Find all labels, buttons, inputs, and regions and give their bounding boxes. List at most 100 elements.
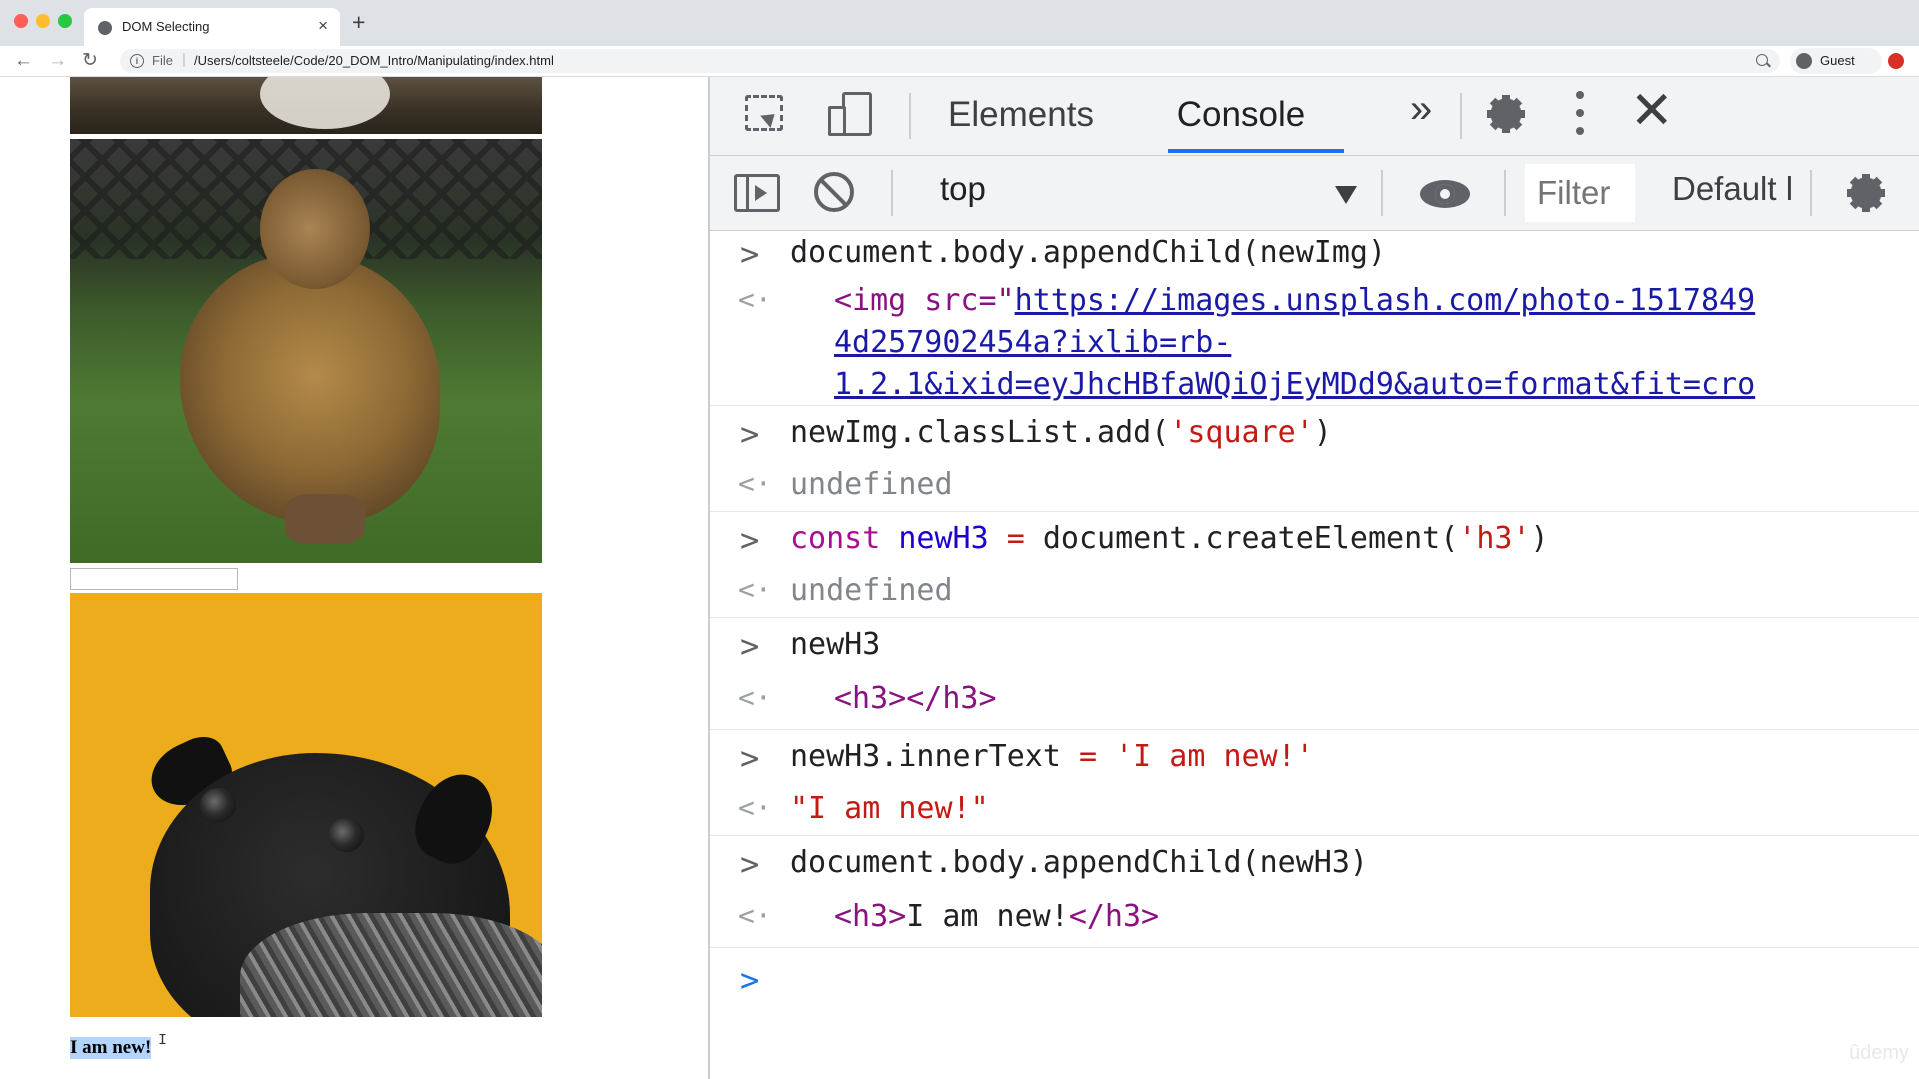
result-arrow-icon: <·: [738, 681, 772, 714]
reload-button[interactable]: ↻: [82, 49, 98, 73]
string-literal: 'h3': [1458, 521, 1531, 556]
tab-title: DOM Selecting: [122, 19, 210, 34]
pug-image: [70, 593, 542, 1017]
console-entry: > document.body.appendChild(newImg) <· <…: [710, 231, 1919, 406]
profile-button[interactable]: Guest: [1790, 48, 1882, 74]
image-partial-top: [70, 77, 542, 134]
image-url-link-continued[interactable]: 1.2.1&ixid=eyJhcHBfaWQiOjEyMDd9&auto=for…: [834, 367, 1755, 402]
tab-elements[interactable]: Elements: [936, 77, 1106, 155]
console-output[interactable]: <h3>I am new!</h3>: [834, 899, 1159, 934]
extension-icon[interactable]: [1888, 53, 1904, 69]
divider: [909, 93, 911, 139]
input-code: newH3.innerText: [790, 739, 1079, 774]
chicken-head: [260, 169, 370, 289]
settings-gear-icon[interactable]: [1487, 95, 1525, 133]
chicken-image: [70, 139, 542, 563]
divider: [1460, 93, 1462, 139]
result-arrow-icon: <·: [738, 283, 772, 316]
console-output[interactable]: <h3></h3>: [834, 681, 997, 716]
window-minimize-button[interactable]: [36, 14, 50, 28]
more-tabs-icon[interactable]: »: [1410, 87, 1432, 132]
window-close-button[interactable]: [14, 14, 28, 28]
tab-close-icon[interactable]: ×: [318, 16, 328, 36]
tab-console[interactable]: Console: [1166, 77, 1316, 155]
console-output: undefined: [790, 467, 953, 502]
chicken-legs: [285, 494, 365, 544]
url-scheme-label: File: [152, 53, 173, 68]
zoom-icon[interactable]: [1756, 54, 1768, 66]
profile-name: Guest: [1820, 53, 1855, 68]
divider: [1504, 170, 1506, 216]
inspect-element-icon[interactable]: [745, 95, 783, 131]
input-prompt-icon: >: [740, 235, 760, 273]
input-code: ): [1313, 415, 1332, 450]
image-detail: [260, 77, 390, 129]
pug-eye: [328, 818, 364, 852]
back-button[interactable]: ←: [14, 49, 33, 73]
info-icon[interactable]: i: [130, 54, 144, 68]
input-prompt-icon: >: [740, 521, 760, 559]
udemy-watermark: ûdemy: [1848, 1042, 1909, 1064]
divider: [1810, 170, 1812, 216]
console-prompt-icon[interactable]: >: [740, 961, 759, 999]
image-url-link-continued[interactable]: 4d257902454a?ixlib=rb-: [834, 325, 1231, 360]
console-entry: > document.body.appendChild(newH3) <· <h…: [710, 835, 1919, 948]
pug-sweater: [240, 913, 542, 1017]
divider: [891, 170, 893, 216]
h3-open-tag: <h3>: [834, 899, 907, 934]
divider: [1381, 170, 1383, 216]
operator: =: [1006, 521, 1025, 556]
globe-icon: [98, 21, 112, 35]
window-zoom-button[interactable]: [58, 14, 72, 28]
result-arrow-icon: <·: [738, 899, 772, 932]
live-expression-eye-icon[interactable]: [1420, 180, 1470, 208]
show-sidebar-icon[interactable]: [734, 174, 780, 212]
input-code: newImg.classList.add(: [790, 415, 1170, 450]
input-prompt-icon: >: [740, 845, 760, 883]
console-output: undefined: [790, 573, 953, 608]
close-devtools-icon[interactable]: ✕: [1630, 81, 1674, 141]
console-entry: > newH3.innerText = 'I am new!' <· "I am…: [710, 729, 1919, 836]
device-toolbar-icon[interactable]: [828, 92, 874, 136]
console-entry: > newImg.classList.add('square') <· unde…: [710, 405, 1919, 512]
console-toolbar: top Default levels: [710, 156, 1919, 231]
log-levels-dropdown[interactable]: Default levels: [1672, 170, 1794, 208]
broken-image-placeholder: [70, 568, 238, 590]
console-entry: > newH3 <· <h3></h3>: [710, 617, 1919, 730]
keyword: const: [790, 521, 881, 556]
dropdown-arrow-icon[interactable]: [1335, 186, 1357, 204]
input-prompt-icon: >: [740, 739, 760, 777]
result-arrow-icon: <·: [738, 791, 772, 824]
h3-close-tag: </h3>: [906, 681, 997, 716]
address-bar[interactable]: i File | /Users/coltsteele/Code/20_DOM_I…: [120, 49, 1780, 73]
console-input: const newH3 = document.createElement('h3…: [790, 521, 1549, 556]
variable-name: newH3: [880, 521, 1007, 556]
console-filter-input[interactable]: [1525, 164, 1635, 222]
h3-close-tag: </h3>: [1068, 899, 1160, 934]
chicken-body: [180, 254, 440, 524]
h3-text: I am new!: [906, 899, 1069, 934]
h3-open-tag: <h3>: [834, 681, 907, 716]
url-text[interactable]: /Users/coltsteele/Code/20_DOM_Intro/Mani…: [194, 53, 554, 68]
clear-console-icon[interactable]: [814, 172, 854, 212]
browser-tab-strip: DOM Selecting × +: [0, 0, 1919, 46]
forward-button[interactable]: →: [48, 49, 67, 73]
image-url-link[interactable]: https://images.unsplash.com/photo-151784…: [1015, 283, 1756, 318]
browser-tab-active[interactable]: DOM Selecting ×: [84, 8, 340, 46]
javascript-context-select[interactable]: top: [940, 170, 986, 208]
input-prompt-icon: >: [740, 415, 760, 453]
new-tab-button[interactable]: +: [352, 10, 365, 34]
url-separator: |: [182, 51, 186, 68]
console-output: <img src="https://images.unsplash.com/ph…: [834, 283, 1755, 318]
console-settings-gear-icon[interactable]: [1847, 174, 1885, 212]
text-cursor-icon: I: [158, 1032, 168, 1049]
console-input: newH3: [790, 627, 881, 662]
page-viewport: I am new! I: [0, 77, 708, 1079]
operator: =: [1078, 739, 1098, 774]
console-input: newH3.innerText = 'I am new!': [790, 739, 1314, 774]
avatar-icon: [1796, 53, 1812, 69]
input-code: document.createElement(: [1024, 521, 1459, 556]
more-options-icon[interactable]: [1575, 91, 1585, 135]
result-arrow-icon: <·: [738, 467, 772, 500]
input-code: ): [1530, 521, 1549, 556]
